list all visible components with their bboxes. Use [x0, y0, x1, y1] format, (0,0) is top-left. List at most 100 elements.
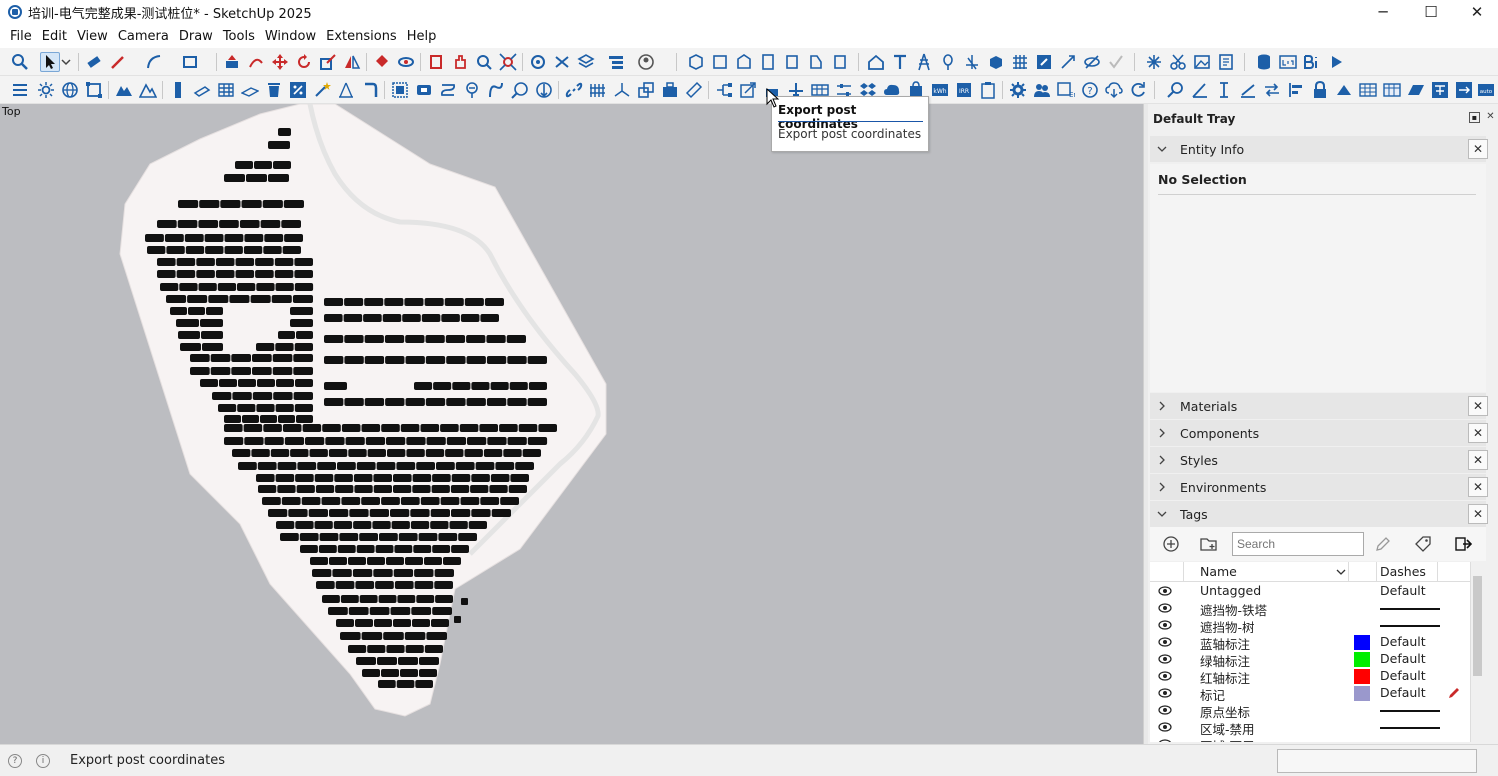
terrain-icon[interactable] — [114, 80, 134, 100]
slope-icon[interactable] — [1238, 80, 1258, 100]
menu-tools[interactable]: Tools — [218, 29, 260, 44]
back-view-icon[interactable] — [782, 52, 802, 72]
tag-dashes[interactable]: Default — [1380, 583, 1426, 598]
column-dashes[interactable]: Dashes — [1380, 564, 1426, 579]
axes-icon[interactable] — [962, 52, 982, 72]
details-icon[interactable] — [1454, 535, 1472, 553]
loss-icon[interactable] — [1278, 52, 1298, 72]
add-tag-icon[interactable] — [1162, 535, 1180, 553]
column-name[interactable]: Name — [1200, 564, 1237, 579]
tag-row[interactable]: 遮挡物-铁塔 — [1150, 600, 1470, 618]
menu-camera[interactable]: Camera — [113, 29, 174, 44]
orbit-icon[interactable] — [396, 52, 416, 72]
zoom-window-icon[interactable] — [474, 52, 494, 72]
hook-icon[interactable] — [360, 80, 380, 100]
globe-icon[interactable] — [60, 80, 80, 100]
front-view-icon[interactable] — [734, 52, 754, 72]
menu-extensions[interactable]: Extensions — [321, 29, 402, 44]
close-icon[interactable]: ✕ — [1468, 477, 1488, 497]
tag-row[interactable]: 原点坐标 — [1150, 702, 1470, 720]
hide-icon[interactable] — [1082, 52, 1102, 72]
panel-array-icon[interactable] — [216, 80, 236, 100]
scissors-icon[interactable] — [1168, 52, 1188, 72]
explode-icon[interactable] — [1144, 52, 1164, 72]
tag-color-swatch[interactable] — [1354, 652, 1370, 667]
grid-icon[interactable] — [1010, 52, 1030, 72]
pencil-icon[interactable] — [1448, 687, 1460, 699]
tag-color-swatch[interactable] — [1354, 686, 1370, 701]
measurements-box[interactable] — [1277, 749, 1477, 773]
panel-column-icon[interactable] — [168, 80, 188, 100]
gear-icon[interactable] — [1008, 80, 1028, 100]
tag-icon[interactable] — [1414, 535, 1432, 553]
paint-bucket-icon[interactable] — [372, 52, 392, 72]
tag-dash-pattern[interactable] — [1380, 727, 1440, 729]
arc-icon[interactable] — [144, 52, 164, 72]
check-icon[interactable] — [1106, 52, 1126, 72]
wand-icon[interactable] — [312, 80, 332, 100]
eye-visibility-icon[interactable] — [1158, 586, 1172, 596]
zoom-icon[interactable] — [10, 52, 30, 72]
panel-materials[interactable]: Materials ✕ — [1150, 393, 1488, 419]
scrollbar-thumb[interactable] — [1473, 576, 1482, 676]
spreadsheet-icon[interactable] — [1358, 80, 1378, 100]
tag-color-swatch[interactable] — [1354, 669, 1370, 684]
panel-tilt-icon[interactable] — [192, 80, 212, 100]
pin-icon[interactable]: ▪ — [1469, 112, 1480, 123]
chevron-down-icon[interactable] — [1336, 565, 1346, 580]
tree-icon[interactable] — [938, 52, 958, 72]
route-icon[interactable] — [438, 80, 458, 100]
push-pull-icon[interactable] — [222, 52, 242, 72]
grid-select-icon[interactable] — [390, 80, 410, 100]
align-icon[interactable] — [1286, 80, 1306, 100]
panel-flat-icon[interactable] — [240, 80, 260, 100]
image-icon[interactable] — [1192, 52, 1212, 72]
solar-tracker-icon[interactable] — [1334, 80, 1354, 100]
delete-icon[interactable] — [264, 80, 284, 100]
section-plane-icon[interactable] — [426, 52, 446, 72]
menu-view[interactable]: View — [72, 29, 113, 44]
tags-search-input[interactable] — [1232, 532, 1364, 556]
tag-row[interactable]: 区域-禁用 — [1150, 719, 1470, 737]
link-icon[interactable] — [564, 80, 584, 100]
refresh-icon[interactable] — [1128, 80, 1148, 100]
model-viewport[interactable]: Top — [0, 104, 1143, 744]
tag-dashes[interactable]: Default — [1380, 651, 1426, 666]
tags-scrollbar[interactable] — [1470, 562, 1484, 742]
survey-icon[interactable] — [336, 80, 356, 100]
left-view-icon[interactable] — [806, 52, 826, 72]
export-chart-icon[interactable] — [738, 80, 758, 100]
close-icon[interactable]: ✕ — [1468, 423, 1488, 443]
rectangle-icon[interactable] — [180, 52, 200, 72]
report-icon[interactable] — [1216, 52, 1236, 72]
tag-row[interactable]: 标记 Default — [1150, 685, 1470, 703]
cable-icon[interactable] — [486, 80, 506, 100]
box-icon[interactable] — [986, 52, 1006, 72]
warehouse-icon[interactable] — [866, 52, 886, 72]
tag-row[interactable]: 蓝轴标注 Default — [1150, 634, 1470, 652]
tag-name[interactable]: Untagged — [1200, 583, 1261, 598]
flip-icon[interactable] — [342, 52, 362, 72]
eraser-icon[interactable] — [84, 52, 104, 72]
eye-visibility-icon[interactable] — [1158, 654, 1172, 664]
axis-triad-icon[interactable] — [612, 80, 632, 100]
menu-lines-icon[interactable] — [10, 80, 30, 100]
close-icon[interactable]: ✕ — [1468, 396, 1488, 416]
bifacial-icon[interactable] — [1302, 52, 1322, 72]
inverter-icon[interactable] — [660, 80, 680, 100]
fence-icon[interactable] — [588, 80, 608, 100]
eye-visibility-icon[interactable] — [1158, 688, 1172, 698]
play-icon[interactable] — [1326, 52, 1346, 72]
rotate-icon[interactable] — [294, 52, 314, 72]
help-icon[interactable]: ? — [1080, 80, 1100, 100]
auto-icon[interactable]: auto — [1476, 80, 1496, 100]
angle-icon[interactable] — [1190, 80, 1210, 100]
pattern-icon[interactable] — [1430, 80, 1450, 100]
stack-icon[interactable] — [636, 80, 656, 100]
close-icon[interactable]: ✕ — [1468, 139, 1488, 159]
account-icon[interactable] — [636, 52, 656, 72]
text-tool-icon[interactable] — [890, 52, 910, 72]
layers-icon[interactable] — [576, 52, 596, 72]
table-grid-icon[interactable] — [1382, 80, 1402, 100]
outliner-icon[interactable] — [606, 52, 626, 72]
